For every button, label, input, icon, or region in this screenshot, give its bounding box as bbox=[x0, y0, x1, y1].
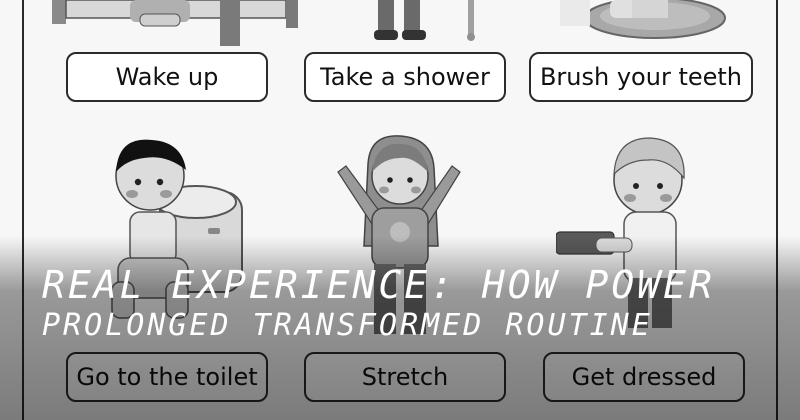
label-stretch: Stretch bbox=[304, 352, 506, 402]
label-stretch-text: Stretch bbox=[361, 363, 449, 391]
label-go-to-the-toilet: Go to the toilet bbox=[66, 352, 268, 402]
overlay-title: REAL EXPERIENCE: HOW POWER PROLONGED TRA… bbox=[42, 262, 782, 344]
label-take-a-shower: Take a shower bbox=[304, 52, 506, 102]
worksheet-border-left bbox=[22, 0, 24, 420]
overlay-title-line-1: REAL EXPERIENCE: HOW POWER bbox=[42, 263, 715, 307]
overlay-title-line-2: PROLONGED TRANSFORMED ROUTINE bbox=[42, 308, 653, 343]
label-wake-up: Wake up bbox=[66, 52, 268, 102]
label-take-a-shower-text: Take a shower bbox=[320, 63, 490, 91]
label-brush-your-teeth: Brush your teeth bbox=[529, 52, 753, 102]
label-wake-up-text: Wake up bbox=[115, 63, 219, 91]
bath-mat-illustration bbox=[560, 0, 740, 42]
shower-child-illustration bbox=[360, 0, 480, 44]
worksheet-border-right bbox=[776, 0, 778, 420]
routine-worksheet: Wake up Take a shower Brush your teeth G… bbox=[0, 0, 800, 420]
label-get-dressed: Get dressed bbox=[543, 352, 745, 402]
label-go-to-the-toilet-text: Go to the toilet bbox=[76, 363, 258, 391]
bed-illustration bbox=[40, 0, 310, 48]
label-get-dressed-text: Get dressed bbox=[571, 363, 717, 391]
label-brush-your-teeth-text: Brush your teeth bbox=[539, 63, 743, 91]
